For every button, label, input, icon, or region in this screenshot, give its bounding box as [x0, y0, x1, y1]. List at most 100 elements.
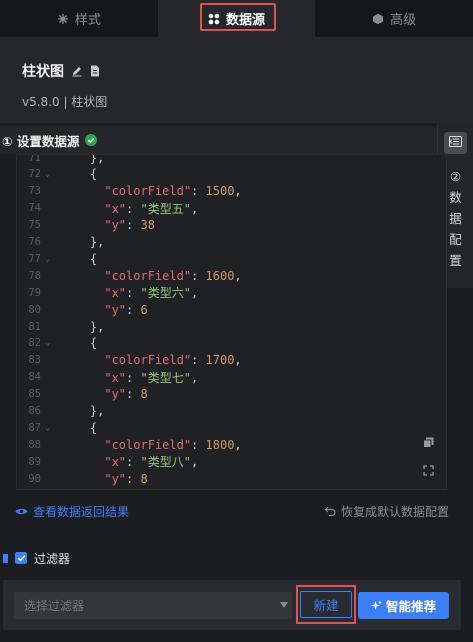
code-text: }, [61, 404, 105, 418]
line-number: 83 [28, 354, 41, 367]
code-line: 81 }, [17, 318, 446, 335]
filter-checkbox[interactable] [15, 552, 27, 564]
code-text: "colorField": 1700, [104, 353, 242, 368]
code-text: "colorField": 1800, [104, 437, 242, 452]
sparkle-icon [370, 600, 382, 611]
tab-datasource[interactable]: 数据源 [157, 0, 316, 37]
code-line: 80 "y": 6 [17, 301, 446, 318]
fold-chevron-icon[interactable]: ⌄ [41, 423, 61, 433]
json-value: 38 [140, 218, 155, 233]
filter-marker [3, 553, 8, 563]
component-title-row: 柱状图 [22, 61, 473, 81]
json-key: "x" [104, 370, 127, 385]
code-text: "x": "类型五", [104, 201, 199, 216]
code-text: "colorField": 1600, [104, 268, 242, 283]
line-number: 84 [28, 371, 41, 384]
line-number: 72 [28, 168, 41, 181]
filter-select[interactable]: 选择过滤器 [14, 592, 292, 619]
tab-style-label: 样式 [74, 13, 101, 28]
view-result-link[interactable]: 查看数据返回结果 [15, 503, 129, 520]
fold-chevron-icon[interactable]: ⌄ [41, 254, 61, 264]
code-line: 89 "x": "类型八", [17, 453, 446, 470]
json-value: "类型六" [140, 286, 191, 301]
smart-recommend-button[interactable]: 智能推荐 [358, 592, 449, 619]
code-line: 86 }, [17, 403, 446, 420]
code-text: "colorField": 1500, [104, 184, 242, 199]
json-value: 8 [140, 471, 148, 486]
copy-icon[interactable] [423, 437, 434, 451]
filter-label: 过滤器 [34, 551, 71, 566]
line-number: 87 [28, 421, 41, 434]
code-text: }, [61, 319, 105, 334]
code-text: "y": 6 [104, 302, 148, 317]
line-number: 90 [28, 472, 41, 485]
json-key: "colorField" [104, 268, 192, 283]
code-line: 83 "colorField": 1700, [17, 352, 446, 369]
data-config-label[interactable]: ② 数 据 配 置 [448, 166, 464, 271]
code-text: }, [61, 154, 105, 165]
json-value: 6 [140, 302, 148, 317]
datasource-section-header: ① 设置数据源 [0, 126, 437, 154]
json-key: "y" [104, 302, 127, 317]
code-text: { [61, 336, 98, 351]
code-line: 84 "x": "类型七", [17, 369, 446, 386]
code-line: 76 }, [17, 234, 446, 251]
code-text: }, [61, 235, 105, 249]
line-number: 79 [28, 286, 41, 299]
fullscreen-icon[interactable] [423, 465, 434, 479]
tab-advanced-label: 高级 [390, 13, 417, 28]
edit-icon[interactable] [71, 65, 83, 77]
code-text: "y": 8 [104, 471, 148, 486]
fold-chevron-icon[interactable]: ⌄ [41, 169, 61, 179]
line-number: 77 [28, 252, 41, 265]
code-line: 88 "colorField": 1800, [17, 436, 446, 453]
line-number: 82 [28, 337, 41, 350]
json-value: 8 [140, 387, 148, 402]
eye-icon [15, 507, 28, 516]
json-key: "colorField" [104, 437, 192, 452]
palette-icon [57, 13, 69, 25]
code-text: "y": 38 [104, 218, 155, 233]
reset-default-link[interactable]: 恢复成默认数据配置 [324, 503, 449, 520]
tab-advanced[interactable]: 高级 [315, 0, 473, 37]
section-title: ① 设置数据源 [2, 133, 80, 149]
fold-chevron-icon[interactable]: ⌄ [41, 338, 61, 348]
json-code-editor[interactable]: 71 }, 72 ⌄ {73 "colorField": 1500, 74 "x": … [16, 154, 447, 490]
line-number: 75 [28, 219, 41, 232]
code-text: "x": "类型六", [104, 286, 199, 301]
code-line: 77 ⌄ { [17, 250, 446, 267]
undo-icon [324, 506, 336, 517]
new-button-highlight-box: 新建 [296, 585, 356, 624]
side-label-char: 置 [449, 253, 462, 268]
code-text: { [61, 167, 98, 182]
code-line: 74 "x": "类型五", [17, 200, 446, 217]
component-title: 柱状图 [22, 64, 64, 80]
json-value: 1800 [205, 437, 235, 452]
code-line: 73 "colorField": 1500, [17, 183, 446, 200]
line-number: 89 [28, 455, 41, 468]
line-number: 81 [28, 320, 41, 333]
smart-recommend-label: 智能推荐 [385, 599, 436, 614]
code-line: 72 ⌄ { [17, 166, 446, 183]
line-number: 76 [28, 236, 41, 248]
side-label-char: 配 [449, 232, 462, 247]
json-key: "y" [104, 387, 127, 402]
tab-style[interactable]: 样式 [0, 0, 158, 37]
code-line: 82 ⌄ { [17, 335, 446, 352]
json-key: "colorField" [104, 184, 192, 199]
json-value: 1500 [205, 184, 235, 199]
json-key: "y" [104, 218, 127, 233]
json-value: 1700 [205, 353, 235, 368]
code-text: { [61, 420, 98, 435]
new-filter-label: 新建 [313, 598, 339, 613]
filter-row: 过滤器 [0, 548, 473, 568]
document-icon[interactable] [90, 65, 100, 77]
json-key: "x" [104, 455, 127, 470]
check-circle-icon [85, 134, 98, 146]
new-filter-button[interactable]: 新建 [300, 591, 352, 618]
line-number: 86 [28, 405, 41, 417]
collapse-panel-button[interactable] [444, 132, 467, 154]
line-number: 71 [28, 154, 41, 164]
top-tab-bar: 样式 数据源 高级 [0, 0, 473, 37]
datasource-links: 查看数据返回结果 恢复成默认数据配置 [0, 503, 473, 523]
